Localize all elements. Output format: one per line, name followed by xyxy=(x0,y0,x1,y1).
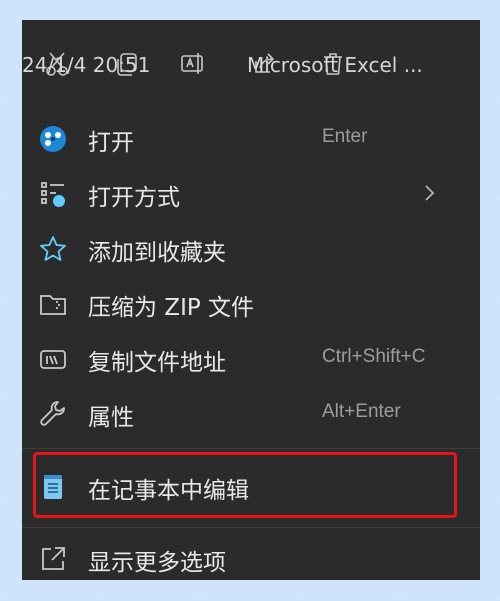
menu-item-show-more-options[interactable]: 显示更多选项 xyxy=(22,532,480,580)
rename-icon[interactable] xyxy=(180,51,206,77)
menu-item-copy-path[interactable]: 复制文件地址 Ctrl+Shift+C xyxy=(22,332,480,384)
show-more-icon xyxy=(38,544,68,574)
open-icon xyxy=(38,124,68,154)
menu-separator xyxy=(22,448,480,449)
menu-item-shortcut: Enter xyxy=(322,126,368,147)
menu-item-add-favorites[interactable]: 添加到收藏夹 xyxy=(22,222,480,274)
zip-icon xyxy=(38,289,68,319)
menu-item-open[interactable]: 打开 Enter xyxy=(22,112,480,164)
modified-date: 24/1/4 20:51 xyxy=(22,53,151,77)
menu-item-open-with[interactable]: 打开方式 xyxy=(22,167,480,219)
highlight-box xyxy=(33,452,457,518)
star-icon xyxy=(38,234,68,264)
wrench-icon xyxy=(38,399,68,429)
menu-item-compress-zip[interactable]: 压缩为 ZIP 文件 xyxy=(22,277,480,329)
menu-item-properties[interactable]: 属性 Alt+Enter xyxy=(22,387,480,439)
open-with-icon xyxy=(38,179,68,209)
menu-item-label: 打开 xyxy=(88,130,134,156)
chevron-right-icon xyxy=(422,184,436,202)
context-toolbar: 24/1/4 20:51 Microsoft Excel ... xyxy=(22,20,480,112)
menu-item-label: 显示更多选项 xyxy=(88,550,226,576)
menu-item-label: 添加到收藏夹 xyxy=(88,240,226,266)
menu-item-label: 压缩为 ZIP 文件 xyxy=(88,295,255,321)
copy-path-icon xyxy=(38,344,68,374)
menu-item-shortcut: Alt+Enter xyxy=(322,401,401,422)
menu-item-shortcut: Ctrl+Shift+C xyxy=(322,346,426,367)
menu-item-label: 属性 xyxy=(88,405,134,431)
menu-item-label: 复制文件地址 xyxy=(88,350,226,376)
menu-separator xyxy=(22,527,480,528)
menu-item-label: 打开方式 xyxy=(88,185,180,211)
app-name: Microsoft Excel ... xyxy=(247,53,423,77)
